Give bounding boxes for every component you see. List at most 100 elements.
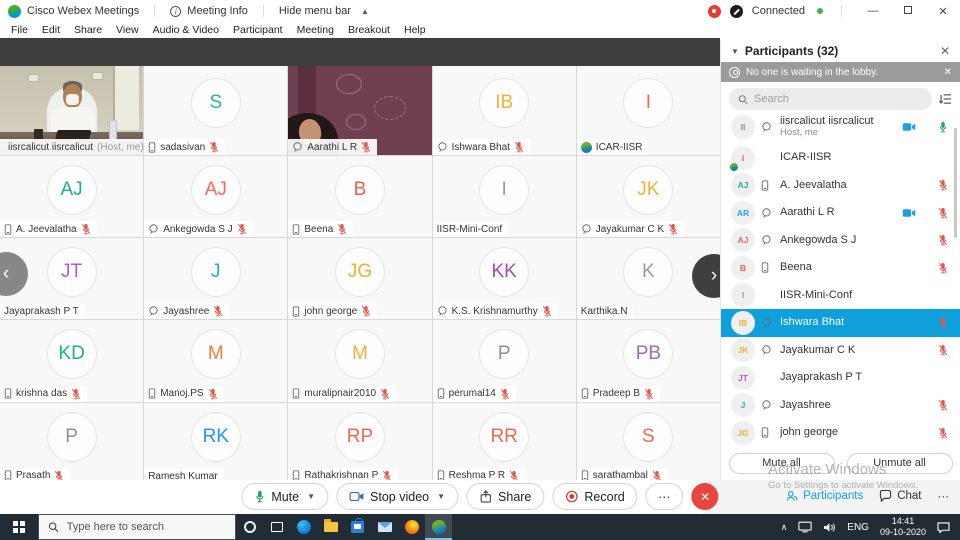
task-view-button[interactable] — [263, 514, 290, 540]
video-tile[interactable]: iisrcalicut iisrcalicut(Host, me) — [0, 66, 143, 155]
menu-help[interactable]: Help — [397, 24, 433, 36]
chat-tab[interactable]: Chat — [879, 490, 921, 502]
mail-button[interactable] — [371, 514, 398, 540]
taskbar-search-input[interactable] — [67, 521, 226, 533]
menu-participant[interactable]: Participant — [226, 24, 290, 36]
volume-icon[interactable] — [823, 522, 836, 533]
menu-meeting[interactable]: Meeting — [290, 24, 341, 36]
display-icon[interactable] — [798, 521, 812, 533]
menu-bar: File Edit Share View Audio & Video Parti… — [0, 22, 960, 38]
video-tile[interactable]: JKJayakumar C K — [577, 156, 720, 237]
action-center-icon[interactable] — [937, 522, 950, 533]
video-tile[interactable]: KDkrishna das — [0, 320, 143, 401]
search-input[interactable] — [754, 93, 923, 105]
video-tile[interactable]: Aarathi L R — [288, 66, 431, 155]
banner-close-icon[interactable]: ✕ — [944, 67, 952, 78]
video-tile[interactable]: PBPradeep B — [577, 320, 720, 401]
menu-edit[interactable]: Edit — [35, 24, 67, 36]
participant-row[interactable]: IIISR-Mini-Conf — [721, 282, 960, 310]
video-tile[interactable]: RPRathakrishnan P — [288, 403, 431, 484]
video-tile[interactable]: Pperumal14 — [433, 320, 576, 401]
webex-logo-icon — [729, 162, 739, 172]
sort-icon[interactable] — [939, 93, 952, 105]
video-tile[interactable]: AJA. Jeevalatha — [0, 156, 143, 237]
video-tile[interactable]: JJayashree — [144, 238, 287, 319]
phone-icon — [761, 262, 769, 273]
video-tile[interactable]: JGjohn george — [288, 238, 431, 319]
close-button[interactable]: ✕ — [930, 5, 956, 18]
store-button[interactable] — [344, 514, 371, 540]
record-button[interactable]: Record — [552, 483, 637, 510]
unmute-all-button[interactable]: Unmute all — [847, 453, 953, 474]
video-tile[interactable]: Mmuralipnair2010 — [288, 320, 431, 401]
menu-breakout[interactable]: Breakout — [341, 24, 397, 36]
participant-row[interactable]: AJAnkegowda S J — [721, 227, 960, 255]
mic-muted-icon — [938, 262, 948, 274]
participant-row[interactable]: BBeena — [721, 254, 960, 282]
video-tile[interactable]: KKK.S. Krishnamurthy — [433, 238, 576, 319]
video-tile[interactable]: Ssadasivan — [144, 66, 287, 155]
participant-search-box[interactable] — [729, 88, 932, 110]
panel-scrollbar[interactable] — [954, 128, 957, 238]
video-tile[interactable]: BBeena — [288, 156, 431, 237]
menu-file[interactable]: File — [4, 24, 35, 36]
minimize-button[interactable]: — — [860, 5, 886, 17]
mute-button[interactable]: Mute ▼ — [241, 483, 328, 510]
participant-row[interactable]: JGjohn george — [721, 419, 960, 446]
participant-row[interactable]: IIiisrcalicut iisrcalicutHost, me — [721, 110, 960, 144]
participant-row[interactable]: ARAarathi L R — [721, 199, 960, 227]
control-bar: Mute ▼ Stop video ▼ Share Record ⋯ ✕ Par… — [0, 480, 960, 514]
menu-view[interactable]: View — [109, 24, 146, 36]
task-view-icon — [271, 522, 283, 532]
panel-close-icon[interactable]: ✕ — [940, 44, 950, 58]
menu-audio-video[interactable]: Audio & Video — [146, 24, 226, 36]
lobby-banner: No one is waiting in the lobby. ✕ — [721, 62, 960, 82]
chevron-down-icon[interactable]: ▼ — [731, 47, 739, 56]
tile-label: john george — [288, 303, 377, 319]
mute-all-button[interactable]: Mute all — [729, 453, 835, 474]
hide-menu-bar-button[interactable]: Hide menu bar — [279, 5, 351, 17]
participant-row[interactable]: IICAR-IISR — [721, 144, 960, 172]
search-icon — [738, 94, 748, 105]
tile-label: IISR-Mini-Conf — [433, 222, 509, 237]
participant-row[interactable]: JJayashree — [721, 392, 960, 420]
participant-row[interactable]: AJA. Jeevalatha — [721, 172, 960, 200]
share-button[interactable]: Share — [466, 483, 544, 510]
video-tile[interactable]: AJAnkegowda S J — [144, 156, 287, 237]
taskbar-search-box[interactable] — [38, 514, 236, 540]
language-indicator[interactable]: ENG — [847, 522, 869, 533]
video-tile[interactable]: Ssarathambal — [577, 403, 720, 484]
video-on-icon — [902, 122, 916, 132]
file-explorer-button[interactable] — [317, 514, 344, 540]
firefox-button[interactable] — [398, 514, 425, 540]
participant-row[interactable]: JTJayaprakash P T — [721, 364, 960, 392]
participant-name: Jayashree — [163, 306, 209, 317]
participants-tab[interactable]: Participants — [786, 490, 863, 502]
participant-row[interactable]: JKJayakumar C K — [721, 337, 960, 365]
chevron-down-icon[interactable]: ▼ — [307, 492, 315, 501]
video-tile[interactable]: MManoj.PS — [144, 320, 287, 401]
footer-more-button[interactable]: ⋯ — [938, 489, 951, 503]
meeting-info-button[interactable]: Meeting Info — [187, 5, 248, 17]
video-tile[interactable]: RRReshma P R — [433, 403, 576, 484]
start-button[interactable] — [0, 514, 38, 540]
participant-row[interactable]: IBIshwara Bhat — [721, 309, 960, 337]
webex-taskbar-button[interactable] — [425, 514, 452, 540]
video-tile[interactable]: RKRamesh Kumar — [144, 403, 287, 484]
menu-share[interactable]: Share — [67, 24, 109, 36]
tile-label: Karthika.N — [577, 304, 634, 319]
video-tile[interactable]: IICAR-IISR — [577, 66, 720, 155]
video-tile[interactable]: IBIshwara Bhat — [433, 66, 576, 155]
video-tile[interactable]: IIISR-Mini-Conf — [433, 156, 576, 237]
edge-button[interactable] — [290, 514, 317, 540]
video-tile[interactable]: PPrasath — [0, 403, 143, 484]
leave-meeting-button[interactable]: ✕ — [692, 483, 719, 510]
more-options-button[interactable]: ⋯ — [646, 483, 684, 510]
cortana-button[interactable] — [236, 514, 263, 540]
stop-video-button[interactable]: Stop video ▼ — [336, 483, 458, 510]
maximize-button[interactable] — [895, 5, 921, 17]
taskbar-clock[interactable]: 14:41 09-10-2020 — [880, 516, 926, 538]
audio-connected-icon — [761, 399, 772, 411]
hidden-icons-chevron[interactable]: ∧ — [781, 522, 788, 533]
chevron-down-icon[interactable]: ▼ — [437, 492, 445, 501]
